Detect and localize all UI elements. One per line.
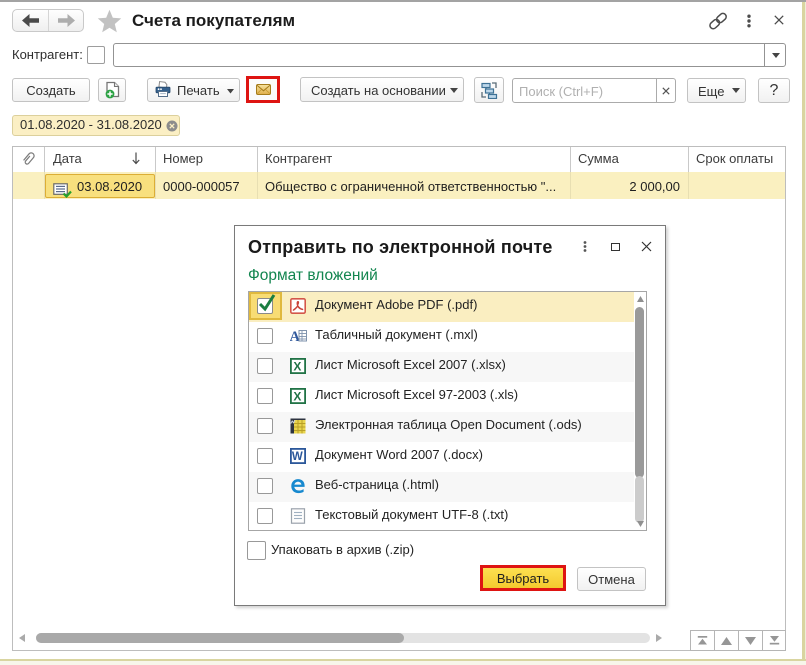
- svg-text:X: X: [293, 359, 301, 373]
- svg-text:X: X: [293, 389, 301, 403]
- svg-text:W: W: [292, 451, 303, 463]
